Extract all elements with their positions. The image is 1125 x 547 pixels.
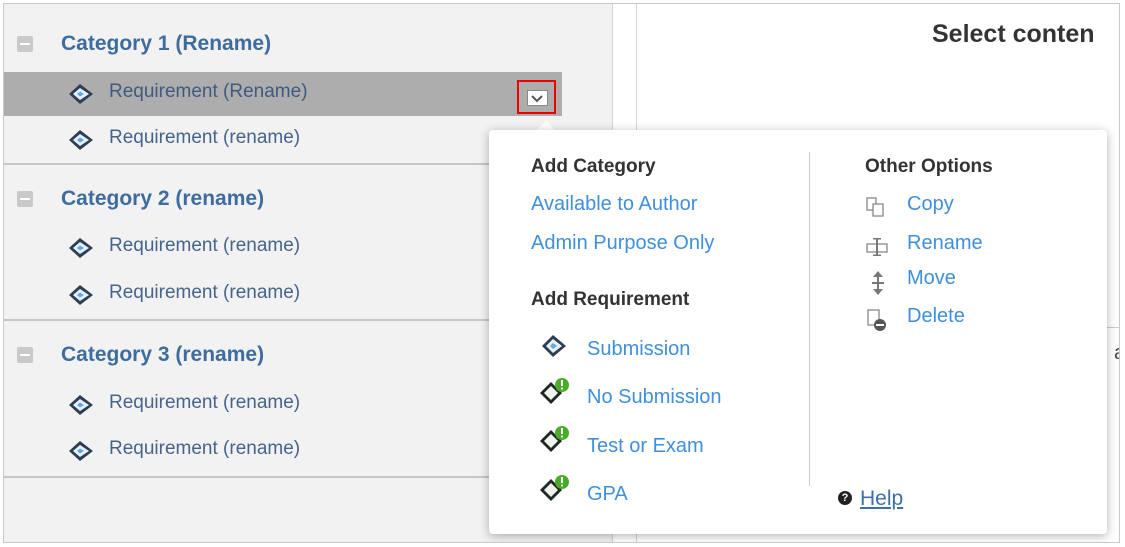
requirement-row[interactable]: Requirement (rename) — [4, 429, 562, 473]
content-title: Select conten — [932, 20, 1095, 48]
add-requirement-heading: Add Requirement — [531, 289, 690, 310]
move-icon — [872, 271, 884, 295]
copy-link[interactable]: Copy — [907, 193, 954, 216]
test-or-exam-icon — [540, 426, 569, 452]
rename-icon — [866, 238, 888, 256]
popup-column-separator — [809, 152, 810, 486]
requirement-row[interactable]: Requirement (rename) — [4, 273, 562, 317]
other-options-heading: Other Options — [865, 156, 993, 177]
help-icon: ? — [838, 491, 852, 505]
options-popup: Add Category Available to Author Admin P… — [489, 130, 1107, 534]
admin-purpose-only-link[interactable]: Admin Purpose Only — [531, 232, 714, 255]
collapse-icon[interactable] — [17, 191, 33, 207]
requirement-label[interactable]: Requirement (Rename) — [109, 81, 308, 103]
no-submission-link[interactable]: No Submission — [587, 386, 722, 409]
collapse-icon[interactable] — [17, 36, 33, 52]
requirement-label[interactable]: Requirement (rename) — [109, 282, 300, 304]
submission-link[interactable]: Submission — [587, 338, 690, 361]
row-options-dropdown-button[interactable] — [517, 80, 556, 114]
add-category-heading: Add Category — [531, 156, 656, 177]
requirement-label[interactable]: Requirement (rename) — [109, 438, 300, 460]
requirement-icon — [69, 395, 93, 415]
available-to-author-link[interactable]: Available to Author — [531, 193, 697, 216]
gpa-link[interactable]: GPA — [587, 483, 628, 506]
requirement-icon — [69, 285, 93, 305]
requirement-icon — [69, 441, 93, 461]
requirement-icon — [69, 84, 93, 104]
category-3-header[interactable]: Category 3 (rename) — [4, 337, 562, 373]
category-2-header[interactable]: Category 2 (rename) — [4, 181, 562, 217]
category-divider — [4, 476, 562, 478]
requirement-row-selected[interactable]: Requirement (Rename) — [4, 72, 562, 116]
move-link[interactable]: Move — [907, 267, 956, 290]
chevron-down-icon — [531, 95, 543, 103]
category-label[interactable]: Category 2 (rename) — [61, 187, 264, 211]
delete-link[interactable]: Delete — [907, 305, 965, 328]
category-label[interactable]: Category 3 (rename) — [61, 343, 264, 367]
requirement-label[interactable]: Requirement (rename) — [109, 392, 300, 414]
category-divider — [4, 319, 562, 321]
submission-icon — [542, 335, 566, 357]
category-divider — [4, 163, 562, 165]
app-frame: Category 1 (Rename) Requirement (Rename)… — [3, 3, 1120, 543]
requirement-icon — [69, 130, 93, 150]
requirement-icon — [69, 238, 93, 258]
delete-icon — [867, 309, 886, 331]
no-submission-icon — [540, 378, 569, 404]
test-or-exam-link[interactable]: Test or Exam — [587, 435, 704, 458]
help-link[interactable]: Help — [860, 487, 903, 511]
requirement-row[interactable]: Requirement (rename) — [4, 226, 562, 270]
content-fragment-text: a — [1114, 342, 1119, 365]
gpa-icon — [540, 475, 569, 501]
content-divider — [1107, 327, 1119, 328]
requirement-label[interactable]: Requirement (rename) — [109, 235, 300, 257]
requirement-row[interactable]: Requirement (rename) — [4, 383, 562, 427]
collapse-icon[interactable] — [17, 347, 33, 363]
copy-icon — [866, 197, 884, 217]
rename-link[interactable]: Rename — [907, 232, 983, 255]
category-1-header[interactable]: Category 1 (Rename) — [4, 26, 562, 62]
requirement-row[interactable]: Requirement (rename) — [4, 118, 562, 162]
requirement-label[interactable]: Requirement (rename) — [109, 127, 300, 149]
category-label[interactable]: Category 1 (Rename) — [61, 32, 271, 56]
